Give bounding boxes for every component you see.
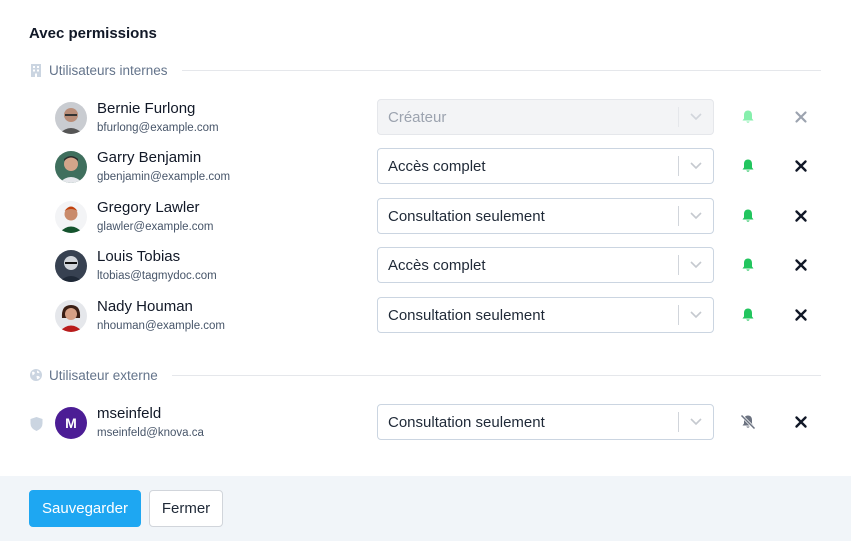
- user-row-gregory-lawler: Gregory Lawler glawler@example.com Consu…: [0, 197, 851, 237]
- bell-icon: [742, 110, 754, 123]
- user-email: gbenjamin@example.com: [97, 171, 231, 183]
- save-button[interactable]: Sauvegarder: [29, 490, 141, 527]
- user-row-bernie-furlong: Bernie Furlong bfurlong@example.com Créa…: [0, 98, 851, 138]
- avatar: [55, 151, 87, 183]
- shield-icon: [30, 417, 43, 431]
- chevron-down-icon[interactable]: [679, 248, 713, 282]
- bell-off-icon[interactable]: [740, 414, 756, 430]
- bell-icon[interactable]: [740, 158, 756, 174]
- user-name: Louis Tobias: [97, 248, 181, 265]
- user-row-garry-benjamin: Garry Benjamin gbenjamin@example.com Acc…: [0, 147, 851, 187]
- avatar: [55, 201, 87, 233]
- section-divider: [171, 374, 821, 376]
- user-email: mseinfeld@knova.ca: [97, 427, 204, 439]
- globe-icon: [30, 369, 42, 381]
- close-icon[interactable]: [794, 258, 808, 272]
- close-icon[interactable]: [794, 209, 808, 223]
- user-name: Garry Benjamin: [97, 149, 202, 166]
- chevron-down-icon[interactable]: [679, 199, 713, 233]
- user-email: ltobias@tagmydoc.com: [97, 270, 217, 282]
- user-name: mseinfeld: [97, 405, 162, 422]
- user-name: Gregory Lawler: [97, 199, 200, 216]
- role-select[interactable]: Consultation seulement: [377, 404, 714, 440]
- avatar: [55, 300, 87, 332]
- role-select: Créateur: [377, 99, 714, 135]
- bell-icon[interactable]: [740, 208, 756, 224]
- role-select-value: Accès complet: [388, 157, 486, 175]
- section-divider: [181, 69, 821, 71]
- permissions-title: Avec permissions: [29, 25, 157, 42]
- user-email: bfurlong@example.com: [97, 122, 219, 134]
- avatar: M: [55, 407, 87, 439]
- bell-icon[interactable]: [740, 257, 756, 273]
- role-select[interactable]: Consultation seulement: [377, 198, 714, 234]
- role-select[interactable]: Consultation seulement: [377, 297, 714, 333]
- close-icon[interactable]: [794, 415, 808, 429]
- user-email: glawler@example.com: [97, 221, 214, 233]
- user-name: Nady Houman: [97, 298, 193, 315]
- role-select[interactable]: Accès complet: [377, 247, 714, 283]
- building-icon: [31, 64, 41, 77]
- external-users-label: Utilisateur externe: [49, 367, 158, 383]
- chevron-down-icon: [679, 100, 713, 134]
- dialog-footer: Sauvegarder Fermer: [0, 476, 851, 541]
- bell-icon[interactable]: [740, 307, 756, 323]
- role-select-value: Créateur: [388, 108, 447, 126]
- role-select[interactable]: Accès complet: [377, 148, 714, 184]
- avatar: [55, 102, 87, 134]
- user-row-louis-tobias: Louis Tobias ltobias@tagmydoc.com Accès …: [0, 246, 851, 286]
- close-icon[interactable]: [794, 308, 808, 322]
- chevron-down-icon[interactable]: [679, 405, 713, 439]
- role-select-value: Consultation seulement: [388, 207, 545, 225]
- close-icon: [795, 111, 807, 123]
- chevron-down-icon[interactable]: [679, 298, 713, 332]
- user-row-mseinfeld: M mseinfeld mseinfeld@knova.ca Consultat…: [0, 403, 851, 443]
- chevron-down-icon[interactable]: [679, 149, 713, 183]
- internal-users-header: Utilisateurs internes: [29, 60, 821, 80]
- role-select-value: Accès complet: [388, 256, 486, 274]
- internal-users-label: Utilisateurs internes: [49, 62, 168, 78]
- role-select-value: Consultation seulement: [388, 413, 545, 431]
- avatar: [55, 250, 87, 282]
- user-name: Bernie Furlong: [97, 100, 196, 117]
- close-button[interactable]: Fermer: [149, 490, 223, 527]
- user-row-nady-houman: Nady Houman nhouman@example.com Consulta…: [0, 296, 851, 336]
- role-select-value: Consultation seulement: [388, 306, 545, 324]
- close-icon[interactable]: [794, 159, 808, 173]
- external-users-header: Utilisateur externe: [29, 365, 821, 385]
- user-email: nhouman@example.com: [97, 320, 226, 332]
